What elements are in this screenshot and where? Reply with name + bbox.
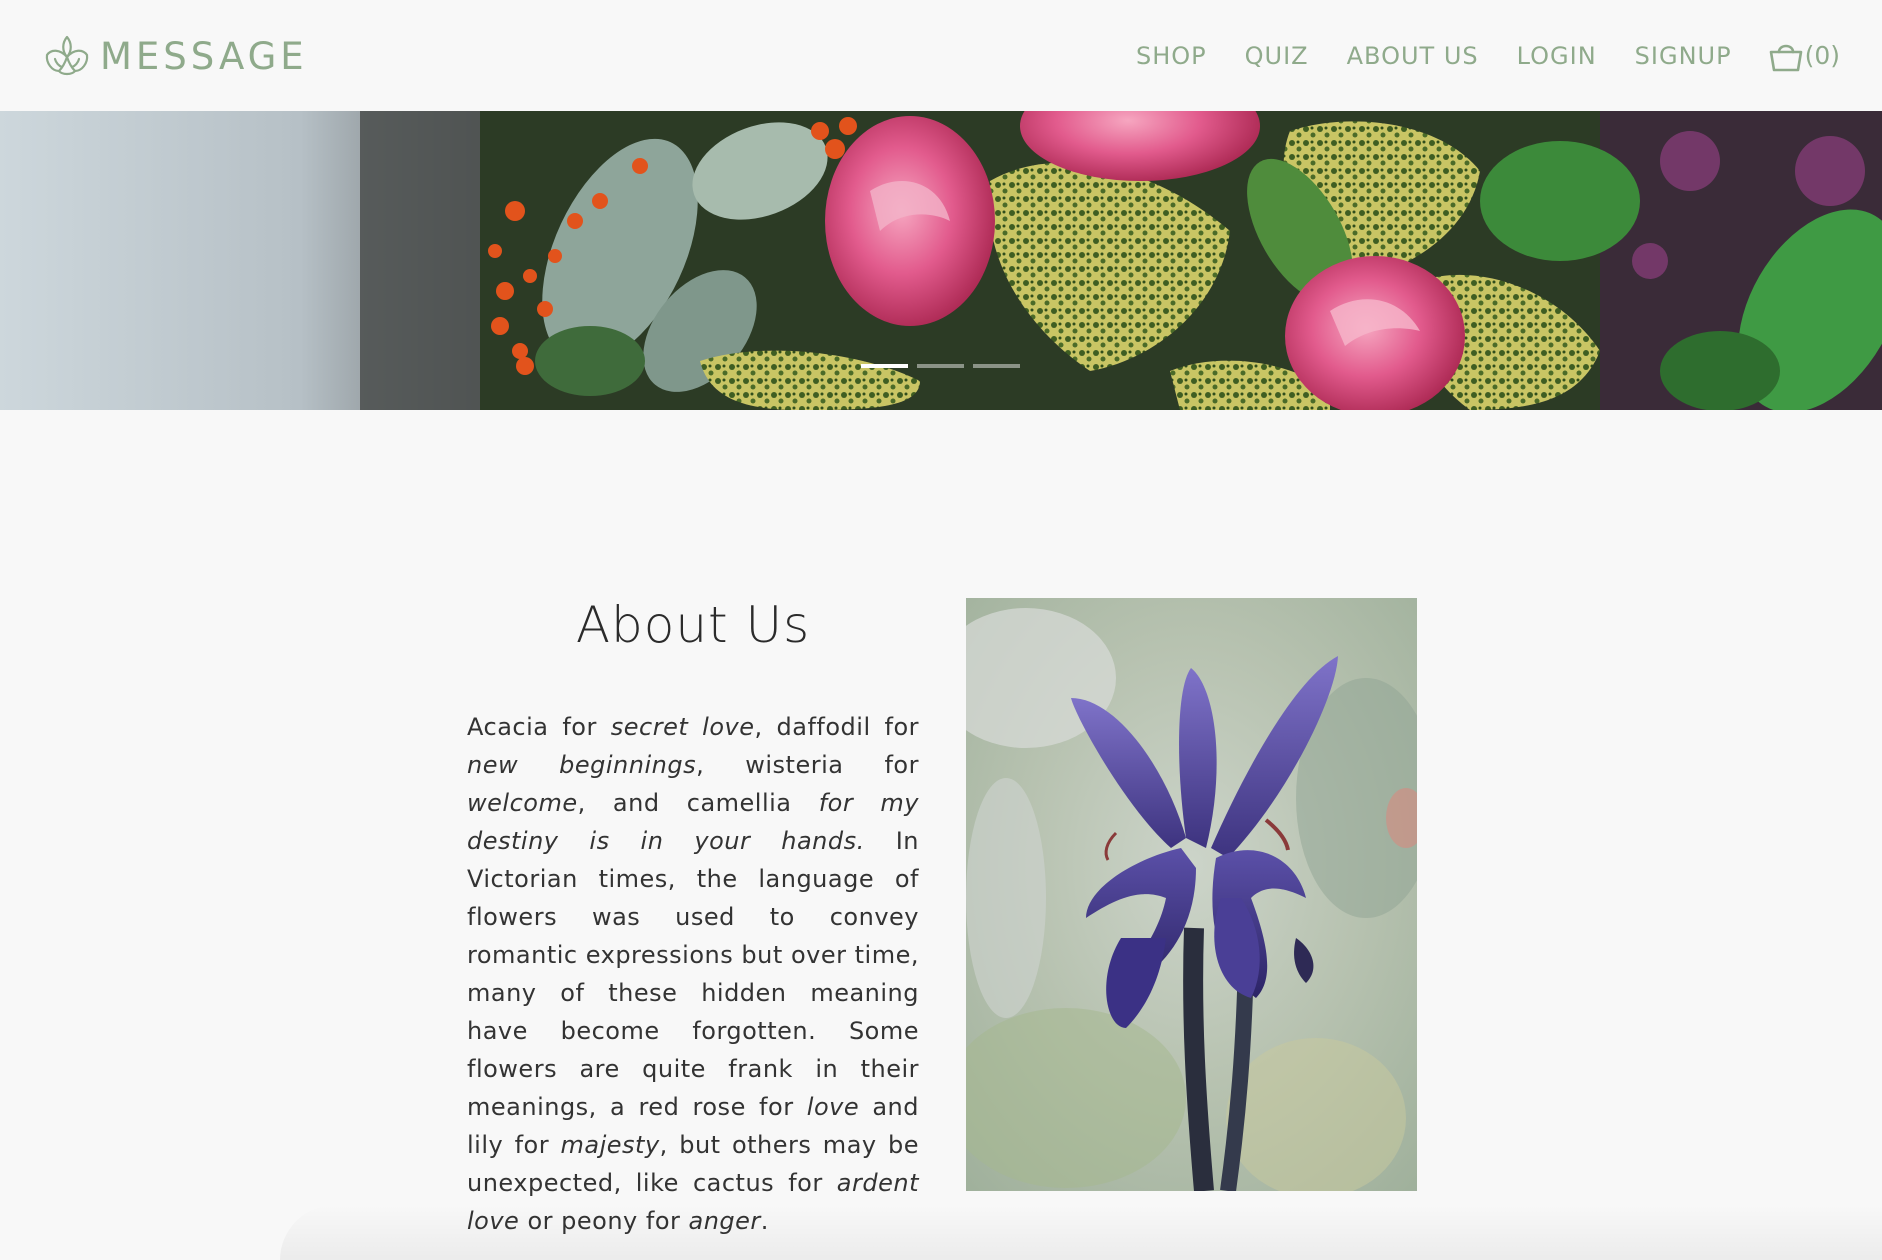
carousel-indicator-2[interactable] [917, 364, 964, 368]
nav-shop-link[interactable]: SHOP [1136, 42, 1207, 70]
paragraph-text: , and camellia [577, 789, 819, 817]
paragraph-text: , wisteria for [696, 751, 919, 779]
cart-button[interactable]: (0) [1768, 38, 1840, 74]
emphasized-meaning: secret love [610, 713, 755, 741]
paragraph-text: In Victorian times, the language of flow… [467, 827, 919, 1121]
nav-quiz-link[interactable]: QUIZ [1245, 42, 1309, 70]
emphasized-meaning: new beginnings [467, 751, 697, 779]
brand-logo[interactable]: MESSAGE [42, 30, 308, 82]
scroll-shadow [280, 1205, 1882, 1260]
hero-carousel [0, 111, 1882, 410]
about-us-heading: About Us [575, 596, 811, 654]
brand-name: MESSAGE [100, 34, 308, 78]
main-nav: SHOP QUIZ ABOUT US LOGIN SIGNUP (0) [1098, 0, 1840, 111]
paragraph-text: , daffodil for [754, 713, 920, 741]
paragraph-text: Acacia for [467, 713, 611, 741]
cart-count: (0) [1804, 41, 1840, 70]
navbar: MESSAGE SHOP QUIZ ABOUT US LOGIN SIGNUP … [0, 0, 1882, 111]
iris-flower-icon [45, 35, 89, 76]
emphasized-meaning: love [806, 1093, 860, 1121]
iris-flower-image [966, 598, 1417, 1191]
nav-login-link[interactable]: LOGIN [1517, 42, 1597, 70]
about-us-paragraph: Acacia for secret love, daffodil for new… [467, 708, 919, 1240]
shopping-basket-icon [1769, 44, 1802, 71]
nav-about-us-link[interactable]: ABOUT US [1347, 42, 1479, 70]
carousel-indicator-3[interactable] [973, 364, 1020, 368]
carousel-indicators [861, 364, 1029, 368]
emphasized-meaning: welcome [467, 789, 578, 817]
carousel-indicator-1[interactable] [861, 364, 908, 368]
emphasized-meaning: majesty [560, 1131, 660, 1159]
nav-signup-link[interactable]: SIGNUP [1635, 42, 1732, 70]
